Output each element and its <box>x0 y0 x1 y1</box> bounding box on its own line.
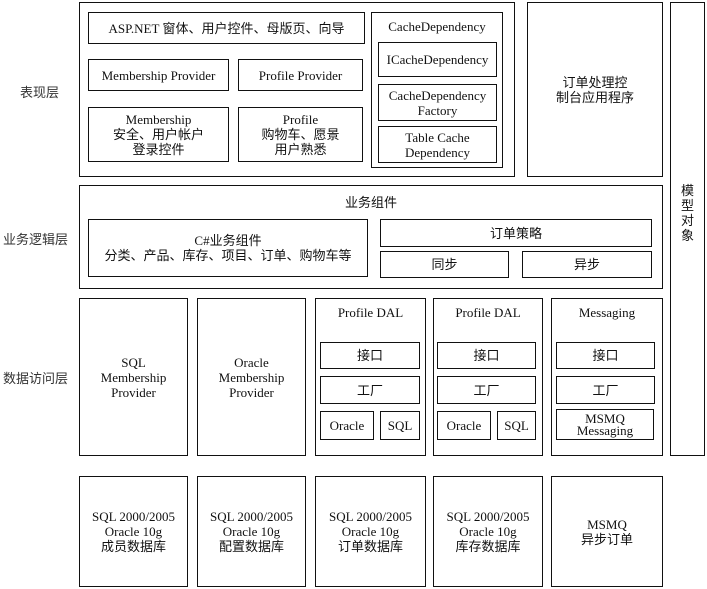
cachedependency-factory-box: CacheDependency Factory <box>378 84 497 121</box>
profile-provider-box: Profile Provider <box>238 59 363 91</box>
sync-box: 同步 <box>380 251 509 278</box>
oracle-box: Oracle <box>320 411 374 440</box>
text: SQL 2000/2005 <box>210 509 293 524</box>
interface-box: 接口 <box>320 342 420 369</box>
order-strategy-box: 订单策略 <box>380 219 652 247</box>
text: Factory <box>417 102 458 118</box>
oracle-membership-provider-box: Oracle Membership Provider <box>197 298 306 456</box>
text: Membership <box>218 369 285 385</box>
text: Oracle <box>234 354 269 370</box>
model-object-box: 模 型 对 象 <box>670 2 705 456</box>
order-console-box: 订单处理控 制台应用程序 <box>527 2 663 177</box>
cache-title: CacheDependency <box>388 19 486 34</box>
msmq-queue-box: MSMQ 异步订单 <box>551 476 663 587</box>
factory-box: 工厂 <box>556 376 655 404</box>
text: Membership <box>125 112 192 127</box>
business-title: 业务组件 <box>344 195 397 210</box>
text: Table Cache <box>405 129 470 145</box>
text: 异步订单 <box>580 531 633 547</box>
text: 制台应用程序 <box>555 89 634 105</box>
csharp-components-box: C#业务组件 分类、产品、库存、项目、订单、购物车等 <box>88 219 368 277</box>
table-cache-dependency-box: Table Cache Dependency <box>378 126 497 163</box>
text: Profile DAL <box>337 305 404 320</box>
sql-membership-provider-box: SQL Membership Provider <box>79 298 188 456</box>
text: Messaging <box>578 305 636 320</box>
text: Membership <box>100 369 167 385</box>
membership-box: Membership 安全、用户帐户 登录控件 <box>88 107 229 162</box>
text: Oracle 10g <box>459 524 517 539</box>
interface-box: 接口 <box>437 342 536 369</box>
layer-label-presentation: 表现层 <box>20 85 60 100</box>
text: 分类、产品、库存、项目、订单、购物车等 <box>104 248 352 263</box>
text: 安全、用户帐户 <box>112 127 204 142</box>
database-box: SQL 2000/2005 Oracle 10g 订单数据库 <box>315 476 426 587</box>
text: 登录控件 <box>132 142 185 157</box>
text: Oracle 10g <box>222 524 281 539</box>
text: 型 <box>680 198 694 213</box>
text: SQL 2000/2005 <box>329 509 412 524</box>
sql-box: SQL <box>497 411 536 440</box>
msmq-messaging-box: MSMQ Messaging <box>556 409 654 440</box>
text: 成员数据库 <box>100 539 166 554</box>
text: 订单数据库 <box>337 539 403 554</box>
text: Provider <box>229 384 274 400</box>
aspnet-box: ASP.NET 窗体、用户控件、母版页、向导 <box>88 12 365 44</box>
database-box: SQL 2000/2005 Oracle 10g 库存数据库 <box>433 476 543 587</box>
layer-label-business: 业务逻辑层 <box>3 232 69 247</box>
text: 对 <box>680 213 694 228</box>
text: SQL 2000/2005 <box>92 509 175 524</box>
async-box: 异步 <box>522 251 652 278</box>
layer-label-data-access: 数据访问层 <box>3 371 69 386</box>
text: Oracle 10g <box>104 524 163 539</box>
text: 象 <box>680 228 694 243</box>
text: Messaging <box>576 422 634 438</box>
text: SQL 2000/2005 <box>446 509 530 524</box>
text: Provider <box>111 384 156 400</box>
text: CacheDependency <box>388 87 487 103</box>
sql-box: SQL <box>380 411 420 440</box>
text: 订单处理控 <box>562 74 628 90</box>
icachedependency-box: ICacheDependency <box>378 42 497 77</box>
text: SQL <box>121 354 146 370</box>
text: 购物车、愿景 <box>261 127 340 142</box>
text: Profile <box>282 112 319 127</box>
text: MSMQ <box>587 516 627 532</box>
factory-box: 工厂 <box>320 376 420 404</box>
text: Dependency <box>405 144 470 160</box>
text: Profile DAL <box>455 305 521 320</box>
factory-box: 工厂 <box>437 376 536 404</box>
text: Oracle 10g <box>341 524 400 539</box>
interface-box: 接口 <box>556 342 655 369</box>
membership-provider-box: Membership Provider <box>88 59 229 91</box>
text: 配置数据库 <box>218 539 284 554</box>
text: 库存数据库 <box>455 539 521 554</box>
text: 用户熟悉 <box>274 142 327 157</box>
text: C#业务组件 <box>194 233 262 248</box>
database-box: SQL 2000/2005 Oracle 10g 成员数据库 <box>79 476 188 587</box>
profile-box: Profile 购物车、愿景 用户熟悉 <box>238 107 363 162</box>
database-box: SQL 2000/2005 Oracle 10g 配置数据库 <box>197 476 306 587</box>
text: 模 <box>680 183 694 198</box>
architecture-diagram: 表现层 业务逻辑层 数据访问层 ASP.NET 窗体、用户控件、母版页、向导 M… <box>0 0 707 589</box>
oracle-box: Oracle <box>437 411 491 440</box>
